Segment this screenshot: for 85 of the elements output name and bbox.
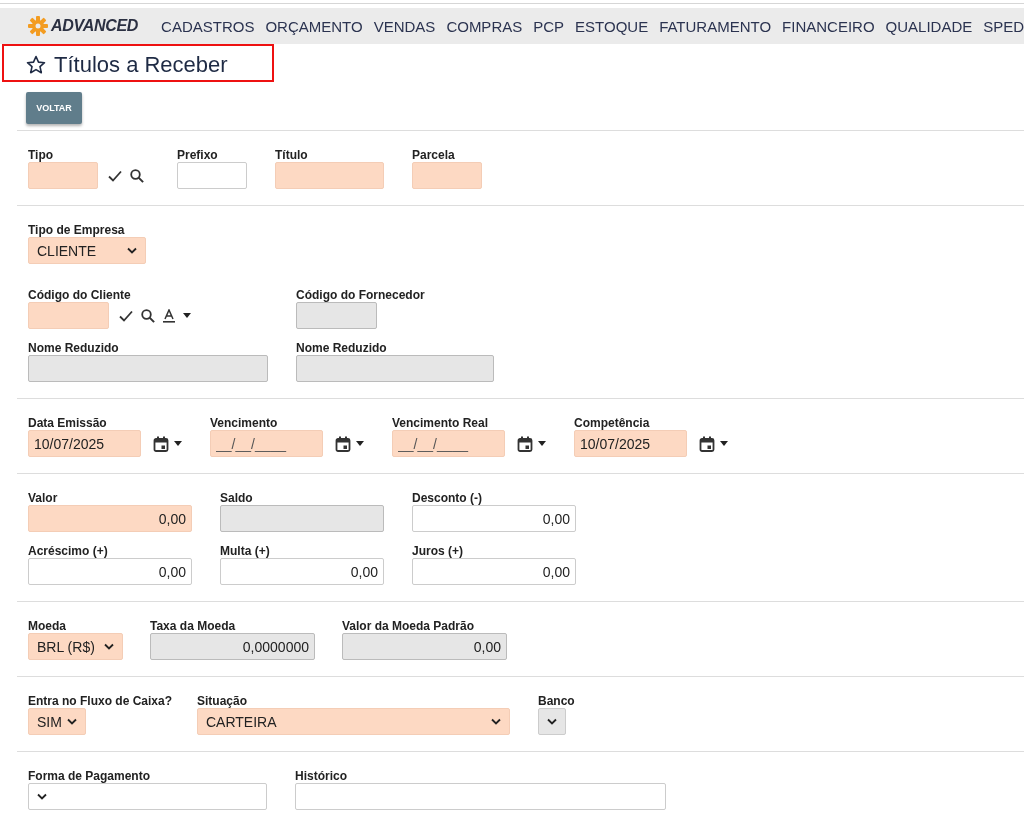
chevron-down-icon xyxy=(491,718,501,725)
chevron-down-icon xyxy=(104,643,114,650)
chevron-down-icon xyxy=(547,718,557,725)
field-label: Parcela xyxy=(412,148,456,162)
date-field[interactable]: 10/07/2025 xyxy=(28,430,141,457)
calendar-button[interactable] xyxy=(515,435,548,452)
input-field[interactable]: 0,00 xyxy=(412,558,576,585)
caret-down-icon[interactable] xyxy=(183,313,191,318)
gear-logo-icon xyxy=(28,16,48,36)
calendar-icon xyxy=(335,435,351,452)
menu-item[interactable]: CADASTROS xyxy=(161,17,255,35)
input-field[interactable] xyxy=(28,162,98,189)
menu-item[interactable]: FATURAMENTO xyxy=(659,17,772,35)
field-label: Nome Reduzido xyxy=(296,341,388,355)
chevron-down-icon xyxy=(37,793,47,800)
caret-down-icon xyxy=(538,441,546,446)
dropdown[interactable]: CLIENTE xyxy=(28,237,146,264)
menu-item[interactable]: VENDAS xyxy=(373,17,436,35)
field-label: Valor da Moeda Padrão xyxy=(342,619,476,633)
field-label: Histórico xyxy=(295,769,348,783)
date-field[interactable]: __/__/____ xyxy=(392,430,505,457)
input-field[interactable]: 0,00 xyxy=(412,505,576,532)
field-label: Situação xyxy=(197,694,248,708)
calendar-icon xyxy=(699,435,715,452)
page-title: Títulos a Receber xyxy=(54,52,228,78)
caret-down-icon xyxy=(720,441,728,446)
date-field[interactable]: 10/07/2025 xyxy=(574,430,687,457)
input-field[interactable]: 0,00 xyxy=(28,505,192,532)
chevron-down-icon xyxy=(67,718,77,725)
field-label: Multa (+) xyxy=(220,544,271,558)
field-label: Código do Fornecedor xyxy=(296,288,426,302)
calendar-button[interactable] xyxy=(697,435,730,452)
check-icon[interactable] xyxy=(119,309,133,322)
menu-item[interactable]: SPED xyxy=(983,17,1024,35)
field-label: Saldo xyxy=(220,491,254,505)
field-label: Tipo xyxy=(28,148,55,162)
input-field[interactable] xyxy=(412,162,482,189)
menu-item[interactable]: FINANCEIRO xyxy=(782,17,875,35)
logo-text: ADVANCED xyxy=(51,17,139,35)
field-label: Acréscimo (+) xyxy=(28,544,109,558)
check-icon[interactable] xyxy=(108,169,122,182)
dropdown[interactable]: SIM xyxy=(28,708,86,735)
calendar-icon xyxy=(517,435,533,452)
back-button[interactable]: VOLTAR xyxy=(26,92,82,124)
caret-down-icon xyxy=(174,441,182,446)
menu-item[interactable]: ORÇAMENTO xyxy=(265,17,363,35)
field-label: Moeda xyxy=(28,619,67,633)
field-label: Nome Reduzido xyxy=(28,341,120,355)
menu-item[interactable]: QUALIDADE xyxy=(885,17,973,35)
field-label: Desconto (-) xyxy=(412,491,483,505)
field-label: Competência xyxy=(574,416,651,430)
input-field[interactable] xyxy=(275,162,384,189)
menu-item[interactable]: ESTOQUE xyxy=(575,17,649,35)
search-icon[interactable] xyxy=(130,168,144,183)
caret-down-icon xyxy=(356,441,364,446)
menu-item[interactable]: COMPRAS xyxy=(446,17,523,35)
field-label: Tipo de Empresa xyxy=(28,223,126,237)
field-label: Forma de Pagamento xyxy=(28,769,152,783)
field-label: Vencimento Real xyxy=(392,416,490,430)
input-field[interactable]: 0,00 xyxy=(28,558,192,585)
search-icon[interactable] xyxy=(141,308,155,323)
calendar-button[interactable] xyxy=(333,435,366,452)
field-label: Título xyxy=(275,148,309,162)
field-label: Juros (+) xyxy=(412,544,464,558)
input-field[interactable] xyxy=(295,783,666,810)
star-icon[interactable] xyxy=(26,55,46,75)
dropdown[interactable]: BRL (R$) xyxy=(28,633,123,660)
dropdown[interactable]: CARTEIRA xyxy=(197,708,510,735)
input-field[interactable] xyxy=(28,302,109,329)
field-label: Banco xyxy=(538,694,576,708)
text-format-icon[interactable] xyxy=(163,308,175,323)
field-label: Vencimento xyxy=(210,416,279,430)
field-label: Taxa da Moeda xyxy=(150,619,237,633)
calendar-button[interactable] xyxy=(151,435,184,452)
field-label: Valor xyxy=(28,491,59,505)
date-field[interactable]: __/__/____ xyxy=(210,430,323,457)
chevron-down-icon xyxy=(127,247,137,254)
field-label: Código do Cliente xyxy=(28,288,132,302)
input-field[interactable] xyxy=(177,162,247,189)
input-field[interactable]: 0,00 xyxy=(220,558,384,585)
field-label: Entra no Fluxo de Caixa? xyxy=(28,694,174,708)
field-label: Prefixo xyxy=(177,148,219,162)
field-label: Data Emissão xyxy=(28,416,108,430)
menu-item[interactable]: PCP xyxy=(533,17,565,35)
calendar-icon xyxy=(153,435,169,452)
